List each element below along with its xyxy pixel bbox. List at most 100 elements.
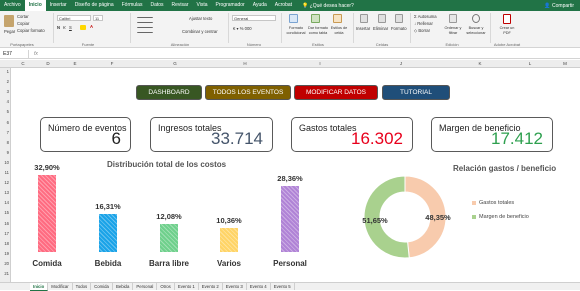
ribbon-tab[interactable]: Diseño de página xyxy=(71,0,118,11)
ribbon-tab[interactable]: Vista xyxy=(192,0,211,11)
find-select-icon[interactable] xyxy=(472,14,480,23)
ribbon-tab[interactable]: Datos xyxy=(146,0,167,11)
sheet-tab[interactable]: Otros xyxy=(157,283,175,290)
fx-icon[interactable]: fx xyxy=(34,50,38,58)
insert-cells-button[interactable]: Insertar xyxy=(356,26,370,31)
conditional-format-button[interactable]: Formato condicional xyxy=(285,26,307,35)
align-center-icon[interactable] xyxy=(137,27,153,33)
bold-button[interactable]: N xyxy=(57,25,60,30)
ribbon-tab[interactable]: Insertar xyxy=(46,0,71,11)
row-header[interactable]: 11 xyxy=(5,170,9,175)
column-header[interactable]: G xyxy=(173,61,177,66)
clear-button[interactable]: ◇ Borrar xyxy=(414,28,430,33)
currency-button[interactable]: € ▾ % 000 xyxy=(233,26,252,31)
row-header[interactable]: 3 xyxy=(7,89,9,94)
tell-me-search[interactable]: 💡 ¿Qué desea hacer? xyxy=(296,3,354,9)
column-header[interactable]: K xyxy=(478,61,481,66)
copy-button[interactable]: Copiar xyxy=(17,21,29,26)
fill-color-icon[interactable] xyxy=(80,25,86,30)
dashboard-button[interactable]: DASHBOARD xyxy=(136,85,202,100)
conditional-format-icon[interactable] xyxy=(289,14,298,23)
row-header[interactable]: 1 xyxy=(7,69,9,74)
underline-button[interactable]: S xyxy=(69,25,72,30)
sheet-tab[interactable]: Personal xyxy=(133,283,158,290)
autosum-button[interactable]: Σ Autosuma xyxy=(414,14,437,19)
row-header[interactable]: 17 xyxy=(4,231,9,236)
row-header[interactable]: 5 xyxy=(7,109,9,114)
ribbon-tab[interactable]: Archivo xyxy=(0,0,25,11)
delete-cells-icon[interactable] xyxy=(378,14,386,23)
column-header[interactable]: E xyxy=(73,61,76,66)
ribbon-tab[interactable]: Inicio xyxy=(24,0,46,11)
sort-filter-button[interactable]: Ordenar y filtrar xyxy=(442,26,464,35)
find-select-button[interactable]: Buscar y seleccionar xyxy=(465,26,487,35)
row-header[interactable]: 8 xyxy=(7,140,9,145)
sort-filter-icon[interactable] xyxy=(449,14,457,23)
row-header[interactable]: 15 xyxy=(4,210,9,215)
row-header[interactable]: 16 xyxy=(4,221,9,226)
row-header[interactable]: 19 xyxy=(4,251,9,256)
row-header[interactable]: 10 xyxy=(4,160,9,165)
font-name-select[interactable]: Calibri xyxy=(57,15,91,21)
insert-cells-icon[interactable] xyxy=(360,14,368,23)
name-box[interactable]: E37 xyxy=(1,50,29,58)
sheet-tab[interactable]: Evento 2 xyxy=(199,283,223,290)
font-size-select[interactable]: 11 xyxy=(93,15,103,21)
merge-center-button[interactable]: Combinar y centrar xyxy=(182,29,218,34)
row-header[interactable]: 14 xyxy=(4,200,9,205)
modify-data-button[interactable]: MODIFICAR DATOS xyxy=(294,85,378,100)
format-cells-button[interactable]: Formato xyxy=(391,26,407,31)
column-header[interactable]: J xyxy=(400,61,402,66)
sheet-tab[interactable]: Todos xyxy=(73,283,92,290)
create-pdf-button[interactable]: Crear un PDF xyxy=(496,26,518,35)
row-header[interactable]: 21 xyxy=(4,271,9,276)
wrap-text-button[interactable]: Ajustar texto xyxy=(189,16,212,21)
paste-icon[interactable] xyxy=(4,15,14,27)
ribbon-tab[interactable]: Ayuda xyxy=(249,0,271,11)
sheet-tab[interactable]: Evento 1 xyxy=(175,283,199,290)
column-header[interactable]: C xyxy=(21,61,24,66)
fill-button[interactable]: ↓ Rellenar xyxy=(414,21,433,26)
row-header[interactable]: 13 xyxy=(4,190,9,195)
sheet-tab[interactable]: Evento 3 xyxy=(223,283,247,290)
column-header[interactable]: L xyxy=(529,61,532,66)
format-painter-button[interactable]: Copiar formato xyxy=(17,28,45,33)
italic-button[interactable]: K xyxy=(63,25,66,30)
sheet-tab[interactable]: Inicio xyxy=(30,282,49,291)
format-table-icon[interactable] xyxy=(311,14,320,23)
sheet-tab[interactable]: Evento 5 xyxy=(271,283,295,290)
sheet-tab[interactable]: Modificar xyxy=(48,283,73,290)
row-header[interactable]: 9 xyxy=(7,150,9,155)
row-header[interactable]: 20 xyxy=(4,261,9,266)
cell-styles-icon[interactable] xyxy=(333,14,342,23)
column-header[interactable]: H xyxy=(243,61,246,66)
column-header[interactable]: M xyxy=(563,61,567,66)
row-header[interactable]: 18 xyxy=(4,241,9,246)
ribbon-tab[interactable]: Programador xyxy=(212,0,249,11)
align-icon[interactable] xyxy=(137,17,153,23)
all-events-button[interactable]: TODOS LOS EVENTOS xyxy=(205,85,291,100)
format-cells-icon[interactable] xyxy=(395,14,403,23)
tutorial-button[interactable]: TUTORIAL xyxy=(382,85,450,100)
row-header[interactable]: 6 xyxy=(7,120,9,125)
share-button[interactable]: 👤 Compartir xyxy=(544,3,580,9)
font-color-icon[interactable]: A xyxy=(90,24,93,29)
row-header[interactable]: 2 xyxy=(7,79,9,84)
sheet-tab[interactable]: Bebida xyxy=(113,283,134,290)
row-header[interactable]: 4 xyxy=(7,99,9,104)
paste-button[interactable]: Pegar xyxy=(4,29,15,34)
format-as-table-button[interactable]: Dar formato como tabla xyxy=(307,26,329,35)
ribbon-tab[interactable]: Acrobat xyxy=(271,0,296,11)
sheet-tab[interactable]: Comida xyxy=(91,283,113,290)
column-header[interactable]: I xyxy=(319,61,320,66)
pdf-icon[interactable] xyxy=(503,14,511,24)
column-header[interactable]: D xyxy=(46,61,49,66)
ribbon-tab[interactable]: Revisar xyxy=(168,0,193,11)
row-header[interactable]: 12 xyxy=(4,180,9,185)
ribbon-tab[interactable]: Fórmulas xyxy=(118,0,147,11)
delete-cells-button[interactable]: Eliminar xyxy=(373,26,388,31)
number-format-select[interactable]: General xyxy=(232,15,276,21)
column-header[interactable]: F xyxy=(111,61,114,66)
sheet-tab[interactable]: Evento 4 xyxy=(247,283,271,290)
cut-button[interactable]: Cortar xyxy=(17,14,29,19)
